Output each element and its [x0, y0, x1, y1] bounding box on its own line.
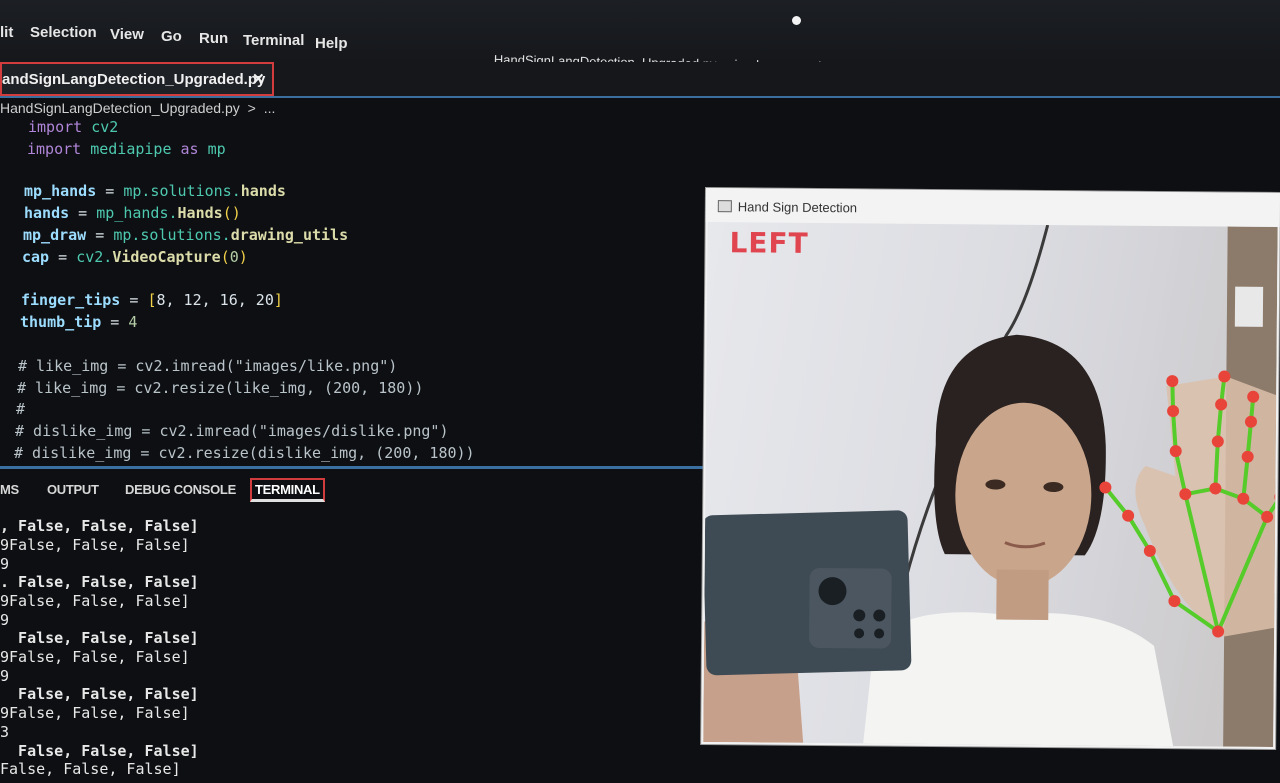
- code-line-1: import cv2: [28, 118, 119, 136]
- terminal-line: 9: [0, 611, 10, 629]
- wall-switch: [1234, 286, 1264, 327]
- neck: [996, 569, 1049, 621]
- code-line-8: thumb_tip = 4: [20, 313, 138, 331]
- hand-landmark: [1244, 415, 1257, 428]
- hand-landmark: [1261, 510, 1274, 523]
- terminal-line: 9: [0, 667, 10, 685]
- menu-run[interactable]: Run: [199, 30, 228, 47]
- menu-terminal[interactable]: Terminal: [243, 32, 304, 49]
- code-line-11: #: [16, 400, 26, 418]
- panel-divider[interactable]: [0, 466, 705, 469]
- cv-window-titlebar[interactable]: Hand Sign Detection: [705, 188, 1280, 228]
- hand-landmark: [1211, 435, 1224, 448]
- code-line-9: # like_img = cv2.imread("images/like.png…: [18, 357, 398, 375]
- phone-lens-5: [874, 628, 885, 639]
- hand-landmark: [1215, 398, 1228, 411]
- phone-lens-3: [873, 609, 886, 622]
- code-line-3: mp_hands = mp.solutions.hands: [24, 182, 286, 200]
- tab-label: andSignLangDetection_Upgraded.py: [2, 71, 266, 88]
- terminal-line: . False, False, False]: [0, 573, 199, 591]
- phone-lens-4: [854, 628, 865, 639]
- menu-help[interactable]: Help: [315, 35, 348, 52]
- terminal-line: False, False, False]: [0, 742, 199, 760]
- code-line-7: finger_tips = [8, 12, 16, 20]: [21, 291, 283, 309]
- webcam-scene: [703, 224, 1278, 747]
- code-line-13: # dislike_img = cv2.resize(dislike_img, …: [14, 444, 475, 462]
- code-line-5: mp_draw = mp.solutions.drawing_utils: [23, 226, 349, 244]
- breadcrumb-file[interactable]: HandSignLangDetection_Upgraded.py: [0, 100, 240, 116]
- hand-landmark: [1167, 405, 1180, 418]
- phone-lens-main: [818, 577, 847, 606]
- hand-landmark: [1179, 488, 1192, 501]
- chevron-right-icon: >: [247, 100, 256, 116]
- hand-landmark: [1099, 481, 1112, 494]
- terminal-line: 9False, False, False]: [0, 704, 190, 722]
- panel-tab-bar: MS OUTPUT DEBUG CONSOLE TERMINAL: [0, 474, 705, 510]
- phone-lens-2: [853, 609, 866, 622]
- code-line-6: cap = cv2.VideoCapture(0): [22, 248, 248, 266]
- tab-terminal[interactable]: TERMINAL: [250, 478, 325, 502]
- camera-indicator: [792, 16, 801, 25]
- terminal-line: False, False, False]: [0, 685, 199, 703]
- hand-landmark: [1218, 370, 1231, 383]
- hand-sign-detection-window[interactable]: Hand Sign Detection LEFT: [701, 188, 1280, 749]
- cv-window-title: Hand Sign Detection: [737, 199, 858, 216]
- code-line-12: # dislike_img = cv2.imread("images/disli…: [15, 422, 449, 440]
- hand-connection: [1213, 441, 1220, 489]
- terminal-output[interactable]: , False, False, False] 9False, False, Fa…: [0, 515, 705, 783]
- menu-bar: lit Selection View Go Run Terminal Help …: [0, 0, 1280, 78]
- hand-landmark: [1247, 390, 1260, 403]
- terminal-line: 9False, False, False]: [0, 648, 190, 666]
- terminal-line: , False, False, False]: [0, 517, 199, 535]
- tab-problems[interactable]: MS: [0, 482, 19, 497]
- terminal-line: 9False, False, False]: [0, 592, 190, 610]
- terminal-line: False, False, False]: [0, 629, 199, 647]
- hand-landmark: [1168, 595, 1181, 608]
- window-app-icon: [717, 200, 732, 213]
- menu-selection[interactable]: Selection: [30, 24, 97, 41]
- tab-output[interactable]: OUTPUT: [47, 482, 99, 497]
- terminal-line: 9False, False, False]: [0, 536, 190, 554]
- hand-landmark: [1241, 450, 1254, 463]
- hand-landmark: [1237, 492, 1250, 505]
- terminal-line: 9: [0, 555, 10, 573]
- hand-landmark: [1143, 544, 1156, 557]
- webcam-frame: LEFT: [703, 222, 1278, 747]
- breadcrumb-more[interactable]: ...: [264, 100, 276, 116]
- hand-landmark: [1212, 625, 1225, 638]
- menu-view[interactable]: View: [110, 26, 144, 43]
- code-line-2: import mediapipe as mp: [27, 140, 226, 158]
- close-icon[interactable]: ✕: [252, 70, 265, 88]
- terminal-line: 3: [0, 723, 10, 741]
- tab-debug-console[interactable]: DEBUG CONSOLE: [125, 482, 236, 497]
- code-line-10: # like_img = cv2.resize(like_img, (200, …: [17, 379, 424, 397]
- editor-tab-bar: andSignLangDetection_Upgraded.py ✕: [0, 62, 1280, 98]
- hand-landmark: [1166, 375, 1179, 388]
- breadcrumb: HandSignLangDetection_Upgraded.py > ...: [0, 100, 275, 116]
- menu-go[interactable]: Go: [161, 28, 182, 45]
- code-line-4: hands = mp_hands.Hands(): [24, 204, 241, 222]
- hand-landmark: [1122, 509, 1135, 522]
- hand-landmark: [1169, 445, 1182, 458]
- terminal-line: False, False, False]: [0, 760, 181, 778]
- handedness-label: LEFT: [729, 226, 809, 260]
- hand-landmark: [1209, 482, 1222, 495]
- menu-edit[interactable]: lit: [0, 24, 13, 41]
- editor-tab-active[interactable]: andSignLangDetection_Upgraded.py ✕: [0, 62, 274, 96]
